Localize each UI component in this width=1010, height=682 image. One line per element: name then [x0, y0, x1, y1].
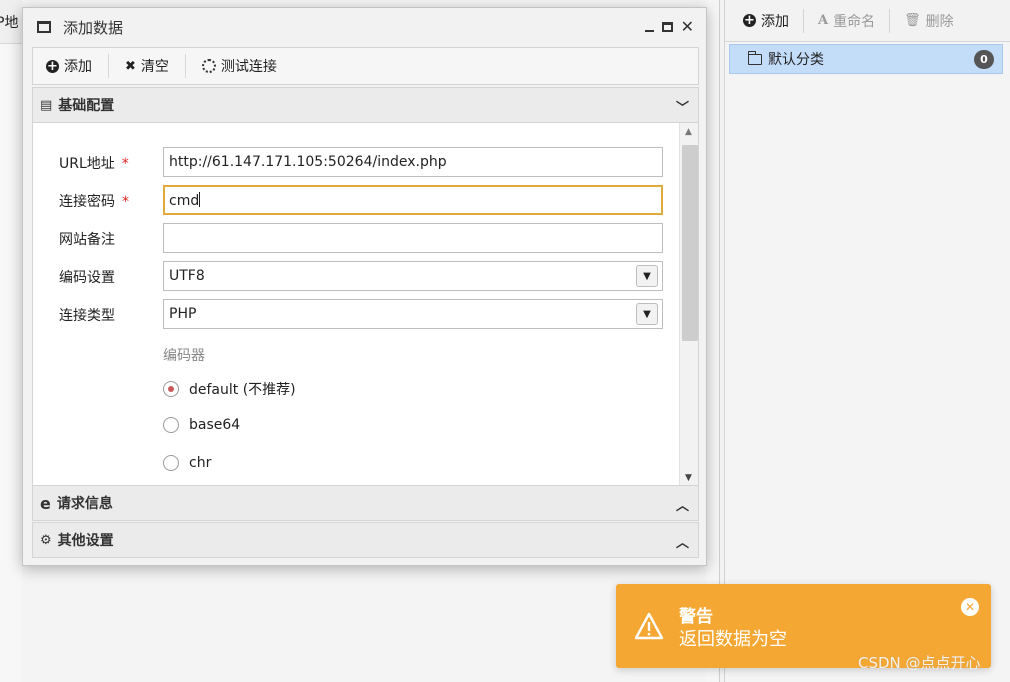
required-mark: * [121, 156, 129, 172]
clear-button-label: 清空 [140, 59, 169, 75]
chevron-down-icon[interactable]: ▼ [636, 303, 658, 325]
category-delete-label: 删除 [925, 13, 954, 30]
trash-icon: 🗑 [904, 13, 921, 28]
encoder-option-label: base64 [189, 417, 241, 433]
toolbar-separator [108, 54, 109, 78]
category-count-badge: 0 [974, 50, 994, 69]
toast-message: 返回数据为空 [679, 629, 787, 650]
test-connection-button[interactable]: 测试连接 [201, 56, 277, 76]
category-item-default[interactable]: 默认分类 0 [729, 44, 1003, 74]
window-icon [37, 21, 51, 33]
panel-divider [706, 0, 720, 682]
left-panel: P地 [0, 0, 22, 682]
url-input[interactable]: http://61.147.171.105:50264/index.php [163, 147, 663, 177]
add-button[interactable]: + 添加 [46, 56, 92, 76]
category-rename-button[interactable]: A 重命名 [818, 11, 889, 31]
encoding-row: 编码设置 UTF8 ▼ [33, 261, 679, 291]
category-panel: + 添加 A 重命名 🗑 删除 默认分类 0 [724, 0, 1010, 682]
type-value: PHP [169, 306, 197, 322]
category-delete-button[interactable]: 🗑 删除 [904, 11, 968, 31]
scroll-up-arrow-icon[interactable]: ▲ [685, 127, 692, 137]
toolbar-separator [803, 8, 804, 33]
section-request-info[interactable]: e 请求信息 ︿ [32, 485, 699, 521]
type-row: 连接类型 PHP ▼ [33, 299, 679, 329]
toolbar-separator [889, 8, 891, 33]
radio-button-checked[interactable] [163, 381, 179, 397]
password-input[interactable]: cmd [163, 185, 663, 215]
plus-circle-icon: + [743, 13, 756, 28]
encoding-select[interactable]: UTF8 ▼ [163, 261, 663, 291]
basic-config-form: URL地址 * http://61.147.171.105:50264/index… [32, 123, 699, 487]
chevron-down-icon[interactable]: ▼ [636, 265, 658, 287]
category-add-button[interactable]: + 添加 [743, 11, 803, 31]
chevron-up-icon: ︿ [675, 499, 689, 514]
section-request-title: 请求信息 [56, 496, 113, 512]
encoder-option-base64[interactable]: base64 [163, 417, 240, 433]
toolbar-separator [184, 54, 186, 78]
folder-icon [747, 50, 762, 65]
dialog-toolbar: + 添加 ✖ 清空 测试连接 [32, 47, 699, 85]
close-icon[interactable]: ✕ [681, 17, 694, 36]
category-item-label: 默认分类 [768, 52, 824, 68]
watermark: CSDN @点点开心 [858, 654, 981, 672]
x-icon: ✖ [125, 58, 136, 74]
encoder-option-chr[interactable]: chr [163, 455, 211, 471]
spinner-icon [201, 59, 216, 73]
test-connection-label: 测试连接 [220, 59, 277, 75]
scrollbar-thumb[interactable] [682, 145, 698, 341]
edge-icon: e [40, 493, 51, 513]
font-icon: A [818, 13, 829, 28]
type-label: 连接类型 [59, 308, 115, 324]
section-basic-config[interactable]: ▤ 基础配置 ﹀ [32, 87, 699, 123]
radio-button[interactable] [163, 455, 179, 471]
encoding-label: 编码设置 [59, 270, 115, 286]
encoding-value: UTF8 [169, 268, 205, 284]
section-basic-title: 基础配置 [58, 98, 115, 114]
toast-title: 警告 [679, 607, 713, 627]
password-label: 连接密码 * [59, 194, 129, 210]
add-data-dialog: 添加数据 ✕ + 添加 ✖ 清空 测试连接 ▤ 基础配置 ﹀ URL地址 * ht… [22, 7, 707, 566]
encoder-option-default[interactable]: default (不推荐) [163, 379, 296, 399]
window-controls: ✕ [637, 17, 694, 36]
maximize-icon[interactable] [661, 21, 673, 32]
chevron-up-icon: ︿ [675, 536, 689, 551]
toast-close-icon[interactable]: ✕ [961, 598, 979, 616]
category-add-label: 添加 [761, 13, 789, 30]
note-row: 网站备注 [33, 223, 679, 253]
left-panel-header: P地 [0, 0, 22, 44]
dialog-title: 添加数据 [63, 18, 124, 37]
category-toolbar: + 添加 A 重命名 🗑 删除 [725, 0, 1010, 42]
dialog-title-bar[interactable]: 添加数据 [23, 8, 706, 46]
add-button-label: 添加 [64, 59, 92, 75]
note-input[interactable] [163, 223, 663, 253]
scroll-down-arrow-icon[interactable]: ▼ [685, 473, 692, 483]
note-label: 网站备注 [59, 232, 115, 248]
minimize-icon[interactable] [644, 29, 654, 32]
plus-circle-icon: + [46, 58, 59, 74]
section-other-title: 其他设置 [57, 533, 114, 549]
url-label: URL地址 * [59, 156, 129, 172]
category-rename-label: 重命名 [833, 13, 876, 30]
encoder-option-label: chr [189, 455, 212, 471]
type-select[interactable]: PHP ▼ [163, 299, 663, 329]
chevron-down-icon: ﹀ [675, 101, 689, 116]
file-icon: ▤ [40, 97, 53, 113]
required-mark: * [122, 194, 129, 210]
left-header-text: P地 [0, 15, 19, 31]
gears-icon: ⚙ [40, 532, 52, 548]
encoder-option-label: default (不推荐) [189, 382, 296, 398]
clear-button[interactable]: ✖ 清空 [125, 56, 169, 76]
password-row: 连接密码 * cmd [33, 185, 679, 215]
encoder-label: 编码器 [163, 348, 205, 364]
radio-button[interactable] [163, 417, 179, 433]
form-scrollbar[interactable]: ▲ ▼ [679, 123, 698, 487]
warning-triangle-icon [634, 612, 664, 640]
url-row: URL地址 * http://61.147.171.105:50264/index… [33, 147, 679, 177]
section-other-settings[interactable]: ⚙ 其他设置 ︿ [32, 522, 699, 558]
